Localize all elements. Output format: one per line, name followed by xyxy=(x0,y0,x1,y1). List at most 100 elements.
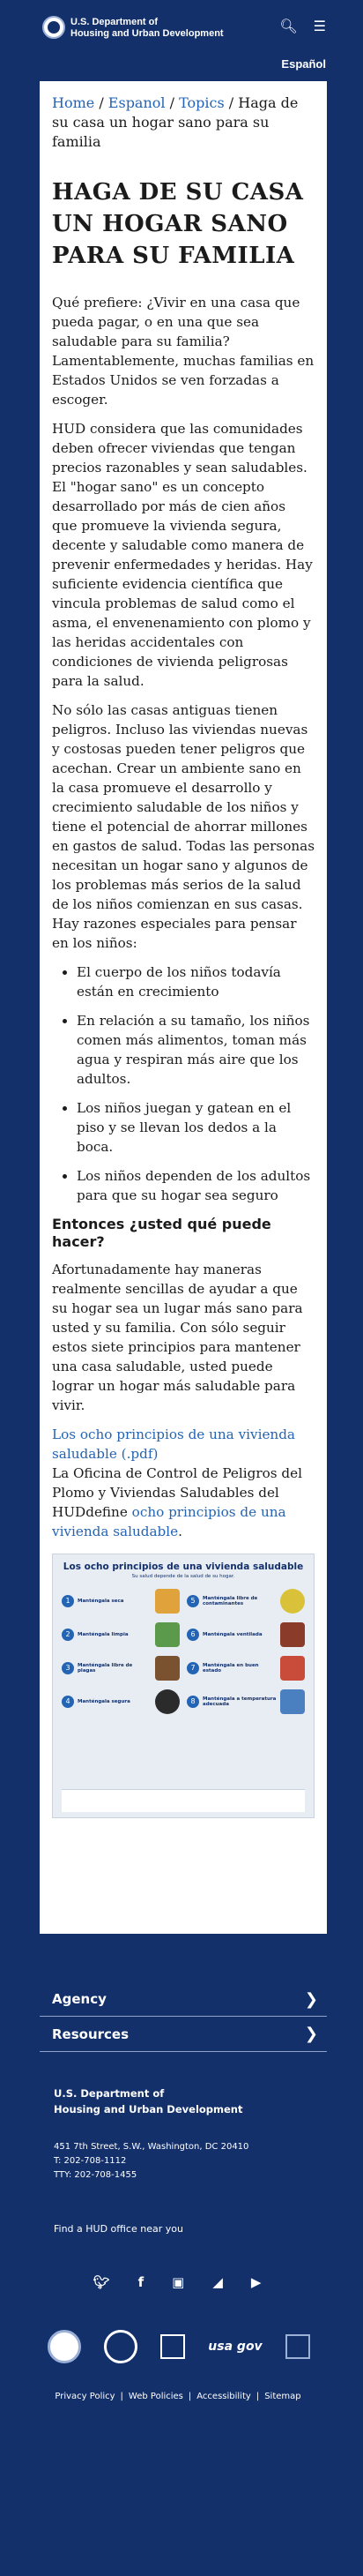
feedback-icon[interactable] xyxy=(285,2334,310,2359)
breadcrumb-separator: / xyxy=(224,94,239,111)
footer-agency-line1: U.S. Department of xyxy=(54,2087,165,2100)
youtube-icon[interactable]: ▶ xyxy=(251,2273,262,2291)
web-policies-link[interactable]: Web Policies xyxy=(129,2392,183,2401)
principle-number: 1 xyxy=(62,1595,74,1607)
principles-infographic[interactable]: Los ocho principios de una vivienda salu… xyxy=(52,1554,315,1818)
principle-item: 8 Manténgala a temperatura adecuada xyxy=(187,1685,305,1719)
twitter-icon[interactable]: 🐦︎ xyxy=(93,2273,110,2291)
principle-number: 3 xyxy=(62,1662,74,1674)
principle-number: 8 xyxy=(187,1696,199,1708)
reasons-list: El cuerpo de los niños todavía están en … xyxy=(77,962,315,1205)
legal-separator: | xyxy=(188,2392,192,2401)
poison-icon xyxy=(155,1689,180,1714)
infographic-column-left: 1 Manténgala seca 2 Manténgala limpia 3 … xyxy=(62,1584,180,1719)
principle-name: Manténgala a temperatura adecuada xyxy=(203,1696,277,1707)
legal-separator: | xyxy=(120,2392,123,2401)
breadcrumb-separator: / xyxy=(165,94,180,111)
find-office-link[interactable]: Find a HUD office near you xyxy=(54,2223,363,2235)
main-content: Home / Espanol / Topics / Haga de su cas… xyxy=(40,81,327,1934)
rss-icon[interactable]: ◢ xyxy=(212,2273,223,2291)
body-paragraph-5-suffix: . xyxy=(178,1524,182,1539)
principle-name: Manténgala libre de plagas xyxy=(78,1663,133,1674)
breadcrumb-espanol[interactable]: Espanol xyxy=(108,94,166,111)
body-paragraph-4: Afortunadamente hay maneras realmente se… xyxy=(52,1262,303,1413)
infographic-title: Los ocho principios de una vivienda salu… xyxy=(63,1561,304,1572)
breadcrumb-topics[interactable]: Topics xyxy=(179,94,225,111)
list-item: En relación a su tamaño, los niños comen… xyxy=(77,1011,315,1089)
legal-separator: | xyxy=(256,2392,260,2401)
pdf-link[interactable]: Los ocho principios de una vivienda salu… xyxy=(52,1427,295,1462)
radiation-icon xyxy=(280,1589,305,1614)
usagov-logo[interactable]: usa gov xyxy=(208,2340,262,2354)
infographic-columns: 1 Manténgala seca 2 Manténgala limpia 3 … xyxy=(62,1584,305,1719)
list-item: Los niños dependen de los adultos para q… xyxy=(77,1166,315,1205)
vent-icon xyxy=(280,1622,305,1647)
menu-icon[interactable]: ☰ xyxy=(314,18,326,35)
principle-name: Manténgala libre de contaminantes xyxy=(203,1596,258,1606)
white-house-icon[interactable] xyxy=(104,2330,138,2363)
footer-phone[interactable]: T: 202-708-1112 xyxy=(54,2154,363,2168)
header-actions: 🔍︎ ☰ xyxy=(279,18,326,35)
principle-item: 4 Manténgala segura xyxy=(62,1685,180,1719)
agency-name-line2: Housing and Urban Development xyxy=(70,28,224,39)
accessibility-link[interactable]: Accessibility xyxy=(196,2392,251,2401)
chevron-right-icon: ❯ xyxy=(304,1989,318,2009)
principle-item: 1 Manténgala seca xyxy=(62,1584,180,1618)
principle-name: Manténgala limpia xyxy=(78,1632,129,1637)
body-paragraph-1: Qué prefiere: ¿Vivir en una casa que pue… xyxy=(52,295,315,408)
principle-name: Manténgala ventilada xyxy=(203,1632,263,1637)
footer-nav-agency[interactable]: Agency ❯ xyxy=(40,1981,327,2017)
principle-item: 6 Manténgala ventilada xyxy=(187,1618,305,1651)
breadcrumb-home[interactable]: Home xyxy=(52,94,94,111)
principle-item: 7 Manténgala en buen estado xyxy=(187,1651,305,1685)
list-item: Los niños juegan y gatean en el piso y s… xyxy=(77,1098,315,1157)
pdf-link-paragraph: Los ocho principios de una vivienda salu… xyxy=(52,1425,315,1541)
agency-name-line1: U.S. Department of xyxy=(70,17,159,27)
thermometer-icon xyxy=(280,1689,305,1714)
social-links: 🐦︎ f ▣ ◢ ▶ xyxy=(0,2273,363,2291)
footer-info: U.S. Department of Housing and Urban Dev… xyxy=(54,2086,363,2235)
language-link[interactable]: Español xyxy=(281,57,326,71)
footer-agency-name: U.S. Department of Housing and Urban Dev… xyxy=(54,2086,363,2117)
hud-seal-logo[interactable] xyxy=(42,16,65,39)
instagram-icon[interactable]: ▣ xyxy=(172,2273,184,2291)
search-icon[interactable]: 🔍︎ xyxy=(279,18,297,35)
site-header: U.S. Department of Housing and Urban Dev… xyxy=(0,0,363,55)
cleaning-icon xyxy=(155,1622,180,1647)
footer-nav-resources[interactable]: Resources ❯ xyxy=(40,2017,327,2052)
footer-nav-label: Agency xyxy=(52,1991,107,2007)
sitemap-link[interactable]: Sitemap xyxy=(264,2392,300,2401)
principle-number: 2 xyxy=(62,1629,74,1641)
tools-icon xyxy=(280,1656,305,1681)
footer-agency-line2: Housing and Urban Development xyxy=(54,2103,243,2115)
chevron-right-icon: ❯ xyxy=(304,2025,318,2043)
hud-seal-icon[interactable] xyxy=(48,2330,82,2363)
footer-logos: usa gov xyxy=(0,2330,363,2363)
principle-number: 6 xyxy=(187,1629,199,1641)
equal-housing-icon[interactable] xyxy=(160,2334,186,2359)
footer-nav: Agency ❯ Resources ❯ xyxy=(40,1981,327,2052)
list-item: El cuerpo de los niños todavía están en … xyxy=(77,962,315,1001)
agency-name[interactable]: U.S. Department of Housing and Urban Dev… xyxy=(70,17,224,40)
principle-name: Manténgala segura xyxy=(78,1699,130,1704)
page-title: HAGA DE SU CASA UN HOGAR SANO PARA SU FA… xyxy=(52,179,304,269)
breadcrumb: Home / Espanol / Topics / Haga de su cas… xyxy=(52,94,315,152)
principle-item: 5 Manténgala libre de contaminantes xyxy=(187,1584,305,1618)
principle-item: 2 Manténgala limpia xyxy=(62,1618,180,1651)
footer-address: 451 7th Street, S.W., Washington, DC 204… xyxy=(54,2142,249,2152)
legal-links: Privacy Policy | Web Policies | Accessib… xyxy=(0,2392,363,2401)
body-paragraph-2: HUD considera que las comunidades deben … xyxy=(52,421,313,689)
facebook-icon[interactable]: f xyxy=(138,2273,144,2291)
principle-name: Manténgala seca xyxy=(78,1599,124,1604)
body-paragraph-3: No sólo las casas antiguas tienen peligr… xyxy=(52,702,315,951)
infographic-subtitle: Su salud depende de la salud de su hogar… xyxy=(131,1574,235,1579)
footer-tty[interactable]: TTY: 202-708-1455 xyxy=(54,2168,363,2183)
footer-nav-label: Resources xyxy=(52,2026,130,2042)
breadcrumb-separator: / xyxy=(94,94,108,111)
privacy-policy-link[interactable]: Privacy Policy xyxy=(55,2392,115,2401)
section-heading: Entonces ¿usted qué puede hacer? xyxy=(52,1216,271,1250)
principle-item: 3 Manténgala libre de plagas xyxy=(62,1651,180,1685)
infographic-footer-logos xyxy=(62,1789,305,1812)
infographic-column-right: 5 Manténgala libre de contaminantes 6 Ma… xyxy=(187,1584,305,1719)
pest-icon xyxy=(155,1656,180,1681)
